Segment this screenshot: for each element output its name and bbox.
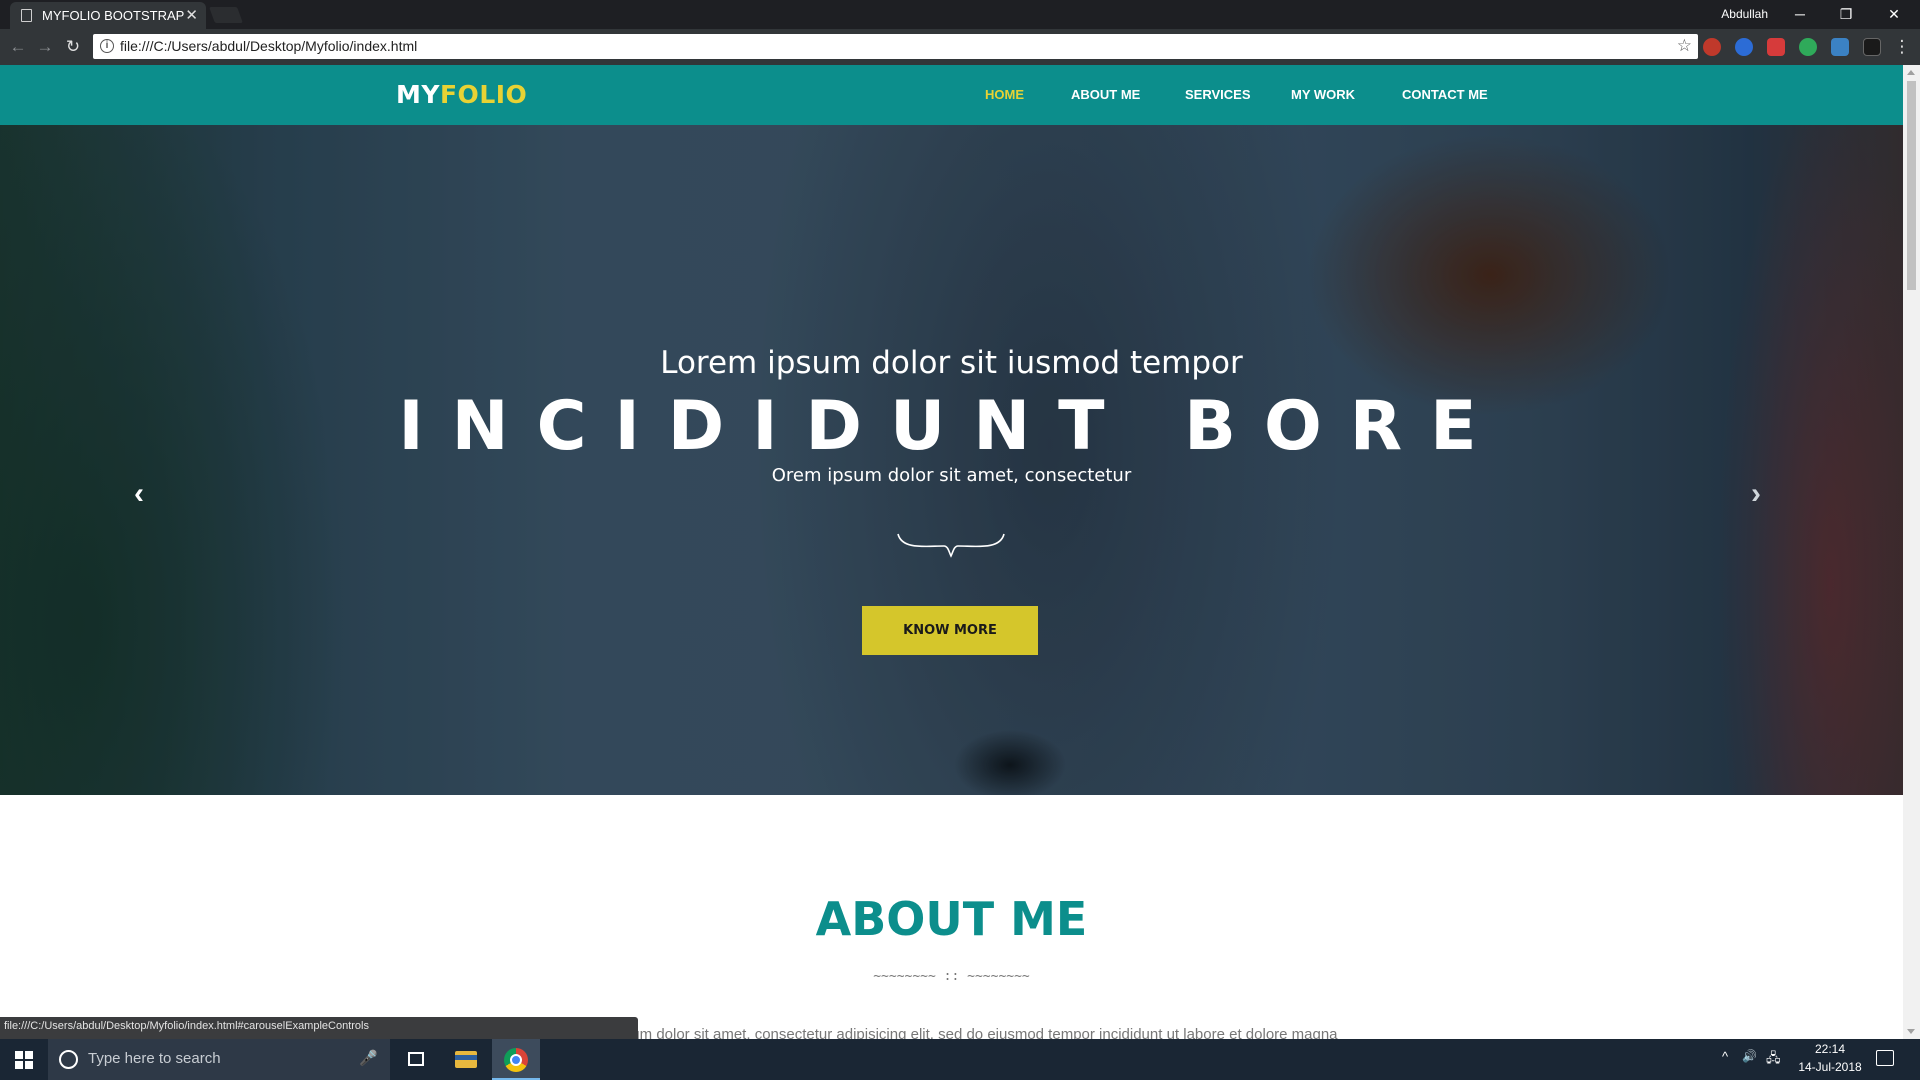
folder-icon — [455, 1051, 477, 1068]
logo-part-my: MY — [396, 80, 440, 109]
profile-name[interactable]: Abdullah — [1721, 7, 1768, 21]
hero-title: INCIDIDUNT BORE — [398, 387, 1505, 466]
extension-icon-5[interactable] — [1831, 38, 1849, 56]
site-navbar: MYFOLIO HOME ABOUT ME SERVICES MY WORK C… — [0, 65, 1903, 125]
close-window-button[interactable]: ✕ — [1874, 3, 1914, 25]
start-button[interactable] — [0, 1039, 48, 1080]
extension-icon-3[interactable] — [1767, 38, 1785, 56]
windows-logo-pane — [25, 1061, 33, 1069]
nav-about-me[interactable]: ABOUT ME — [1071, 87, 1140, 102]
cortana-icon[interactable] — [59, 1050, 78, 1069]
close-tab-icon[interactable]: ✕ — [185, 6, 198, 24]
show-hidden-icons-chevron[interactable]: ^ — [1722, 1049, 1728, 1090]
restore-button[interactable]: ❐ — [1826, 3, 1866, 25]
minimize-button[interactable]: ─ — [1780, 3, 1820, 25]
browser-tab[interactable]: MYFOLIO BOOTSTRAP ✕ — [10, 2, 206, 29]
chrome-icon — [504, 1048, 528, 1072]
browser-menu-icon[interactable]: ⋮ — [1891, 36, 1913, 58]
browser-toolbar: ← → ↻ i file:///C:/Users/abdul/Desktop/M… — [0, 29, 1920, 65]
clock-date[interactable]: 14-Jul-2018 — [1786, 1060, 1874, 1074]
url-text[interactable]: file:///C:/Users/abdul/Desktop/Myfolio/i… — [120, 38, 417, 54]
know-more-button[interactable]: KNOW MORE — [862, 606, 1038, 655]
address-bar[interactable]: i file:///C:/Users/abdul/Desktop/Myfolio… — [93, 34, 1698, 59]
hero-divider-ornament — [897, 533, 1005, 558]
windows-logo-pane — [25, 1051, 33, 1059]
bookmark-star-icon[interactable]: ☆ — [1677, 36, 1692, 56]
windows-logo-icon — [15, 1051, 23, 1059]
nav-my-work[interactable]: MY WORK — [1291, 87, 1355, 102]
extension-icon-6[interactable] — [1863, 38, 1881, 56]
extension-icon-4[interactable] — [1799, 38, 1817, 56]
action-center-icon[interactable] — [1876, 1050, 1894, 1066]
hero-carousel: Lorem ipsum dolor sit iusmod tempor INCI… — [0, 125, 1903, 795]
carousel-next-icon[interactable]: › — [1751, 477, 1761, 511]
clock-time[interactable]: 22:14 — [1790, 1042, 1870, 1056]
chrome-taskbar-button[interactable] — [492, 1039, 540, 1080]
search-placeholder: Type here to search — [88, 1050, 221, 1067]
tab-title: MYFOLIO BOOTSTRAP — [42, 8, 185, 23]
browser-tab-strip: MYFOLIO BOOTSTRAP ✕ Abdullah ─ ❐ ✕ — [0, 0, 1920, 29]
file-explorer-button[interactable] — [442, 1039, 490, 1080]
extension-icon-2[interactable] — [1735, 38, 1753, 56]
task-view-button[interactable] — [392, 1039, 440, 1080]
forward-button[interactable]: → — [34, 36, 56, 58]
new-tab-button[interactable] — [209, 7, 243, 23]
page-viewport: MYFOLIO HOME ABOUT ME SERVICES MY WORK C… — [0, 65, 1903, 1039]
volume-icon[interactable]: 🔊 — [1742, 1049, 1757, 1090]
site-logo[interactable]: MYFOLIO — [396, 80, 527, 109]
page-scrollbar[interactable] — [1903, 65, 1920, 1039]
hero-subtitle: Lorem ipsum dolor sit iusmod tempor — [660, 345, 1243, 381]
microphone-icon[interactable]: 🎤 — [359, 1049, 378, 1067]
extension-icon-1[interactable] — [1703, 38, 1721, 56]
network-icon[interactable]: 🖧 — [1766, 1049, 1781, 1090]
scroll-up-icon[interactable] — [1907, 70, 1915, 75]
link-status-bubble: file:///C:/Users/abdul/Desktop/Myfolio/i… — [0, 1017, 638, 1039]
reload-button[interactable]: ↻ — [62, 36, 84, 58]
back-button[interactable]: ← — [7, 36, 29, 58]
task-view-icon — [408, 1052, 424, 1066]
windows-taskbar: Type here to search 🎤 ^ 🔊 🖧 22:14 14-Jul… — [0, 1039, 1920, 1080]
about-title: ABOUT ME — [815, 892, 1088, 946]
logo-part-folio: FOLIO — [439, 80, 528, 109]
about-divider: ~~~~~~~~ :: ~~~~~~~~ — [873, 969, 1030, 984]
scroll-thumb[interactable] — [1907, 81, 1916, 290]
windows-logo-pane — [15, 1061, 23, 1069]
hero-caption: Orem ipsum dolor sit amet, consectetur — [771, 465, 1132, 486]
nav-home[interactable]: HOME — [985, 87, 1024, 102]
scroll-down-icon[interactable] — [1907, 1029, 1915, 1034]
nav-services[interactable]: SERVICES — [1185, 87, 1251, 102]
site-info-icon[interactable]: i — [100, 39, 114, 53]
taskbar-search-box[interactable]: Type here to search 🎤 — [48, 1039, 390, 1080]
page-icon — [21, 9, 32, 22]
carousel-prev-icon[interactable]: ‹ — [134, 477, 144, 511]
nav-contact-me[interactable]: CONTACT ME — [1402, 87, 1488, 102]
